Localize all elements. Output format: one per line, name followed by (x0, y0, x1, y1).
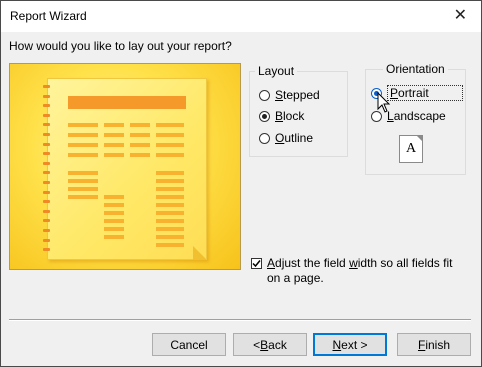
preview-detail (156, 171, 184, 175)
binder-ring (43, 133, 50, 136)
landscape-label: Landscape (387, 109, 446, 123)
radio-stepped[interactable] (259, 89, 270, 101)
binder-ring (43, 248, 50, 252)
radio-outline[interactable] (259, 132, 270, 144)
binder-ring (43, 161, 50, 165)
preview-detail (156, 227, 184, 231)
layout-preview-image (9, 63, 241, 270)
preview-detail (68, 171, 98, 175)
outline-label: Outline (275, 131, 314, 145)
footer-separator (9, 319, 471, 321)
cancel-button[interactable]: Cancel (152, 333, 226, 356)
binder-ring (43, 142, 50, 146)
binder-ring (43, 219, 50, 223)
stepped-label: Stepped (275, 88, 320, 102)
preview-field-label (68, 153, 98, 157)
layout-option-stepped[interactable]: Stepped (259, 87, 320, 103)
preview-field-label (156, 143, 184, 147)
preview-detail (156, 195, 184, 199)
layout-option-outline[interactable]: Outline (259, 130, 313, 146)
preview-detail (156, 219, 184, 223)
adjust-width-label: Adjust the field width so all fields fit… (267, 256, 453, 285)
binder-ring (43, 152, 50, 156)
preview-detail (104, 211, 124, 215)
preview-detail (104, 203, 124, 207)
preview-field-label (104, 143, 124, 147)
page-fold (193, 246, 207, 260)
preview-field-label (68, 123, 98, 127)
title-bar: Report Wizard ✕ (1, 1, 481, 32)
binder-ring (43, 85, 50, 88)
preview-detail (104, 195, 124, 199)
window-title: Report Wizard (10, 9, 87, 23)
binder-ring (43, 200, 50, 204)
preview-field-label (130, 133, 150, 137)
preview-field-label (130, 123, 150, 127)
preview-detail (68, 195, 98, 199)
preview-detail (68, 187, 98, 191)
binder-ring (43, 181, 50, 184)
preview-detail (156, 203, 184, 207)
finish-button[interactable]: Finish (397, 333, 471, 356)
binder-ring (43, 209, 50, 213)
preview-detail (156, 243, 184, 247)
preview-detail (104, 219, 124, 223)
back-button[interactable]: < Back (233, 333, 307, 356)
preview-field-label (156, 123, 184, 127)
layout-option-block[interactable]: Block (259, 108, 304, 124)
binder-ring (43, 229, 50, 232)
binder-ring (43, 171, 50, 175)
preview-field-label (156, 153, 184, 157)
preview-field-label (130, 153, 150, 157)
preview-detail (156, 179, 184, 183)
preview-field-label (130, 143, 150, 147)
binder-ring (43, 104, 50, 108)
layout-group-label: Layout (255, 64, 298, 78)
binder-ring (43, 113, 50, 117)
close-icon[interactable]: ✕ (454, 8, 467, 24)
preview-detail (68, 179, 98, 183)
preview-field-label (104, 123, 124, 127)
preview-detail (156, 187, 184, 191)
preview-title-bar (68, 96, 186, 109)
preview-detail (104, 227, 124, 231)
preview-detail (156, 211, 184, 215)
portrait-label: Portrait (387, 85, 463, 101)
mouse-cursor-icon (377, 92, 391, 113)
preview-detail (104, 235, 124, 239)
checkmark-icon (252, 260, 261, 268)
portrait-page-icon: A (399, 135, 423, 163)
block-label: Block (275, 109, 305, 123)
preview-field-label (104, 133, 124, 137)
binder-ring (43, 238, 50, 242)
orientation-group-label: Orientation (383, 62, 448, 76)
preview-field-label (156, 133, 184, 137)
preview-detail (156, 235, 184, 239)
preview-field-label (68, 143, 98, 147)
binder-ring (43, 123, 50, 127)
radio-block[interactable] (259, 110, 270, 122)
report-page-graphic (43, 78, 207, 260)
binder-ring (43, 94, 50, 98)
preview-field-label (104, 153, 124, 157)
preview-field-label (68, 133, 98, 137)
binder-ring (43, 190, 50, 194)
adjust-width-checkbox[interactable] (251, 258, 262, 269)
next-button[interactable]: Next > (313, 333, 387, 356)
layout-question: How would you like to lay out your repor… (9, 39, 232, 53)
